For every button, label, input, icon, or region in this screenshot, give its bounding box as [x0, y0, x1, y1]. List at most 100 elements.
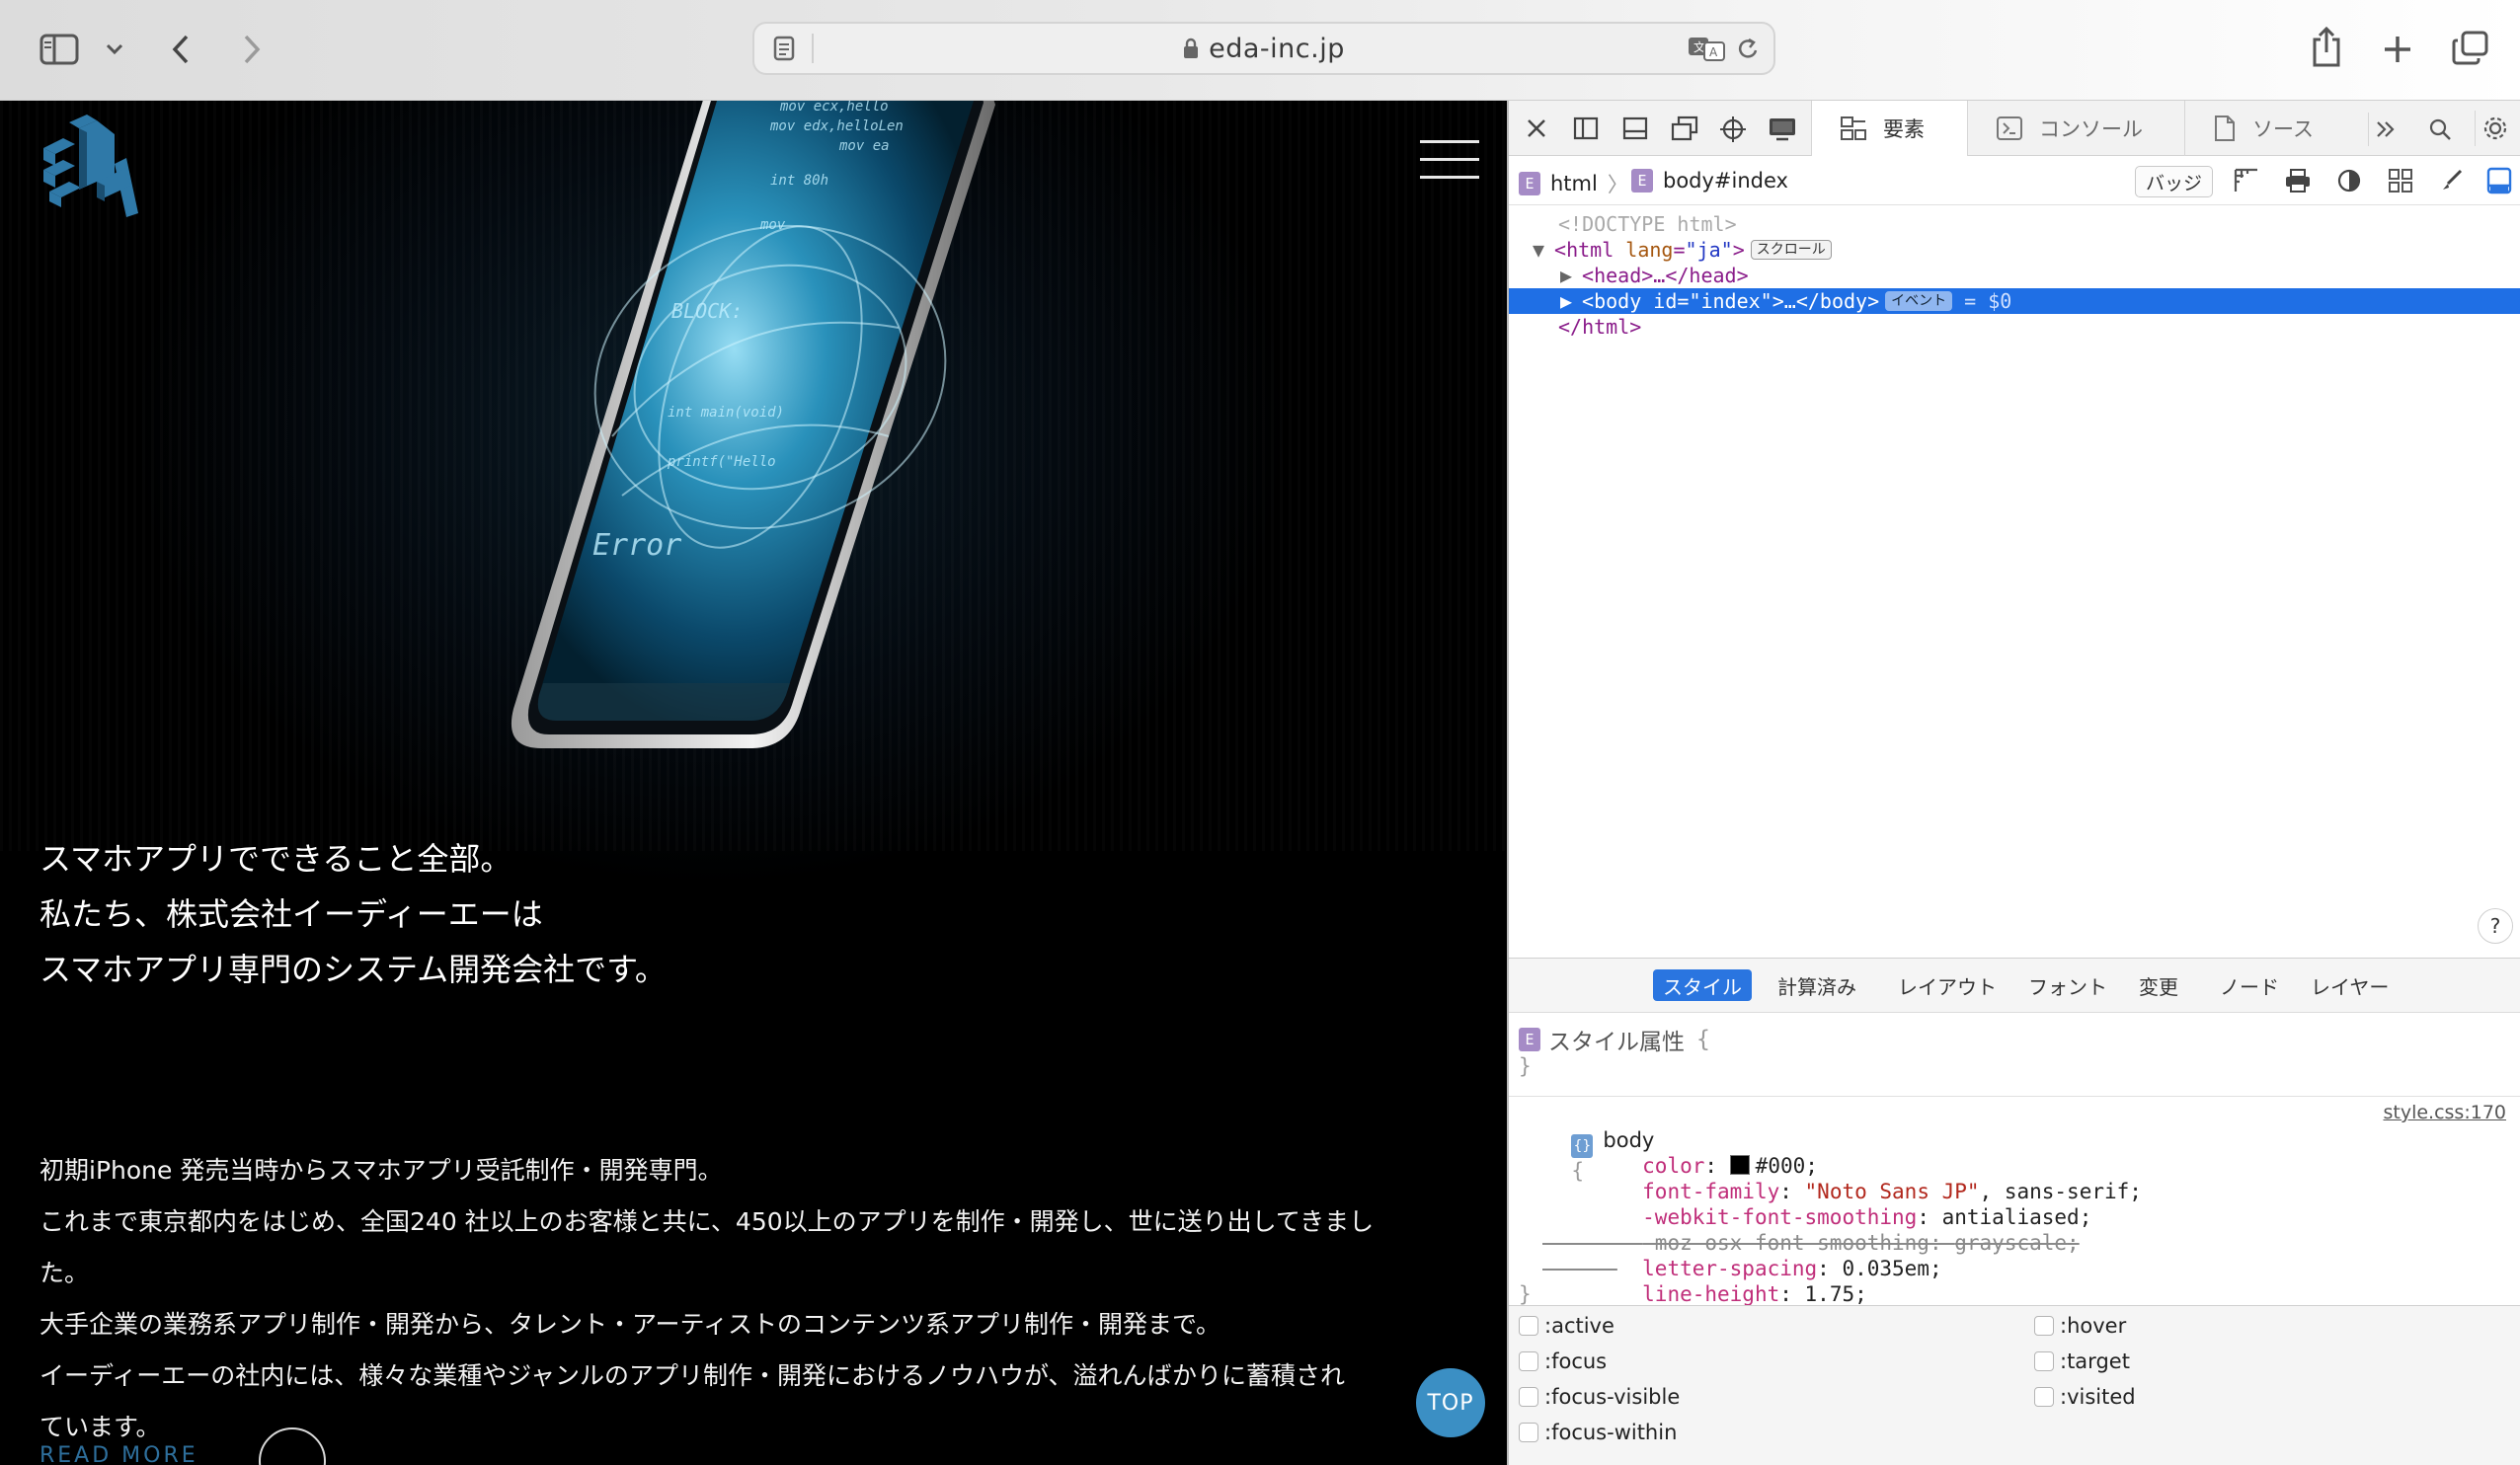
tab-sources-label: ソース [2252, 117, 2314, 141]
new-tab-icon[interactable] [2378, 30, 2417, 69]
checkbox[interactable] [1519, 1387, 1538, 1407]
checkbox[interactable] [2034, 1316, 2054, 1336]
tab-elements[interactable]: 要素 [1811, 101, 1967, 156]
back-to-top-button[interactable]: TOP [1416, 1368, 1485, 1437]
pseudo-target-toggle[interactable]: :target [2034, 1349, 2130, 1373]
menu-bar-3 [1420, 176, 1479, 179]
inspector-tab-bar: 要素 コンソール ソース [1509, 101, 2520, 156]
sidebar-panel-icon[interactable] [2482, 164, 2516, 197]
pseudo-hover-toggle[interactable]: :hover [2034, 1314, 2126, 1338]
tab-sources[interactable]: ソース [2184, 101, 2362, 156]
declaration-color[interactable]: color: #000; [1519, 1127, 2512, 1178]
url-display[interactable]: eda-inc.jp [754, 24, 1773, 73]
dock-left-icon[interactable] [1570, 113, 1602, 144]
tab-node[interactable]: ノード [2210, 969, 2289, 1001]
share-icon[interactable] [2307, 24, 2346, 69]
pseudo-focus-toggle[interactable]: :focus [1519, 1349, 1607, 1373]
element-badge-icon: E [1519, 1028, 1540, 1051]
checkbox[interactable] [1519, 1423, 1538, 1442]
sidebar-toggle-icon[interactable] [38, 30, 81, 69]
checkbox[interactable] [1519, 1351, 1538, 1371]
event-badge[interactable]: イベント [1885, 291, 1953, 311]
menu-icon[interactable] [1420, 140, 1479, 180]
dom-node-head[interactable]: ▶ <head>…</head> [1509, 263, 2520, 288]
tab-changes[interactable]: 変更 [2129, 969, 2188, 1001]
badges-button[interactable]: バッジ [2135, 166, 2214, 197]
back-icon[interactable] [166, 30, 196, 69]
detach-window-icon[interactable] [1669, 113, 1700, 144]
dock-bottom-icon[interactable] [1619, 113, 1651, 144]
headline-line-3: スマホアプリ専門のシステム開発会社です。 [39, 951, 667, 988]
website-viewport[interactable]: mov ecx,hello mov edx,helloLen mov ea in… [0, 101, 1507, 1465]
tab-console-label: コンソール [2039, 117, 2143, 141]
brush-icon[interactable] [2435, 166, 2469, 195]
property-value: 1.75 [1804, 1282, 1855, 1306]
color-swatch-icon[interactable] [1729, 1155, 1750, 1175]
read-more-link[interactable]: READ MORE [39, 1443, 198, 1465]
checkbox[interactable] [2034, 1387, 2054, 1407]
appearance-icon[interactable] [2332, 166, 2366, 195]
translate-icon[interactable]: 文A [1687, 34, 1726, 63]
help-button[interactable]: ? [2478, 908, 2513, 944]
tab-layout[interactable]: レイアウト [1888, 969, 2007, 1001]
chevron-down-icon[interactable] [103, 36, 126, 63]
dom-node-body[interactable]: ▶ <body id = "index" >…</body> イベント = $0 [1509, 288, 2520, 314]
css-rule-body[interactable]: style.css:170 {} body { color: #000; font… [1519, 1102, 2512, 1307]
breadcrumb-body[interactable]: E body#index [1631, 169, 1788, 193]
pseudo-label: :focus [1544, 1349, 1608, 1373]
checkbox[interactable] [1519, 1316, 1538, 1336]
print-styles-icon[interactable] [2281, 166, 2315, 195]
pseudo-focus-within-toggle[interactable]: :focus-within [1519, 1421, 1677, 1444]
html-close-tag: </html> [1558, 315, 1642, 339]
details-sidebar-tabs: スタイル 計算済み レイアウト フォント 変更 ノード レイヤー [1509, 958, 2520, 1013]
tab-overview-icon[interactable] [2449, 28, 2492, 69]
address-bar[interactable]: eda-inc.jp 文A [752, 22, 1775, 75]
site-logo[interactable] [36, 109, 144, 217]
dom-node-html-close[interactable]: </html> [1509, 314, 2520, 340]
pseudo-class-toggles: :active :focus :focus-visible :focus-wit… [1509, 1305, 2520, 1465]
gear-icon[interactable] [2475, 111, 2515, 146]
disclosure-closed-icon[interactable]: ▶ [1560, 264, 1572, 287]
stylesheet-link[interactable]: style.css:170 [2383, 1102, 2506, 1123]
element-picker-icon[interactable] [1716, 113, 1750, 146]
disclosure-open-icon[interactable]: ▼ [1533, 238, 1544, 262]
phone-code-text-3: mov ea [838, 138, 890, 154]
pseudo-label: :hover [2060, 1314, 2127, 1338]
tab-computed[interactable]: 計算済み [1768, 969, 1866, 1001]
search-icon[interactable] [2423, 113, 2457, 146]
smartphone-image: mov ecx,hello mov edx,helloLen mov ea in… [474, 101, 1027, 792]
property-value: #000 [1755, 1154, 1806, 1178]
forward-icon[interactable] [237, 30, 267, 69]
dom-node-html[interactable]: ▼ <html lang = "ja" > スクロール [1509, 237, 2520, 263]
phone-code-text-1: mov ecx,hello [779, 101, 889, 115]
dom-node-doctype[interactable]: <!DOCTYPE html> [1509, 211, 2520, 237]
breadcrumb-html[interactable]: E html 〉 [1519, 169, 1628, 198]
element-badge-icon: E [1519, 172, 1540, 195]
more-tabs-icon[interactable] [2368, 113, 2402, 146]
head-tag: <head>…</head> [1582, 264, 1749, 287]
url-text: eda-inc.jp [1209, 33, 1345, 64]
property-name: color [1642, 1154, 1705, 1178]
disclosure-closed-icon[interactable]: ▶ [1560, 289, 1572, 313]
pseudo-active-toggle[interactable]: :active [1519, 1314, 1614, 1338]
pseudo-label: :focus-visible [1544, 1385, 1681, 1409]
tab-console[interactable]: コンソール [1967, 101, 2184, 156]
tab-layers[interactable]: レイヤー [2301, 969, 2399, 1001]
device-settings-icon[interactable] [1766, 113, 1799, 146]
headline-line-1: スマホアプリでできること全部。 [39, 840, 512, 878]
paragraph-line-5: イーディーエーの社内には、様々な業種やジャンルのアプリ制作・開発におけるノウハウ… [39, 1361, 1346, 1390]
tab-styles[interactable]: スタイル [1653, 969, 1752, 1001]
web-inspector: 要素 コンソール ソース E html 〉 E body#index バッジ <… [1507, 101, 2520, 1465]
style-attribute-rule[interactable]: E スタイル属性 { [1519, 1023, 1710, 1056]
close-icon[interactable] [1521, 113, 1552, 144]
grid-overlay-icon[interactable] [2230, 166, 2263, 195]
layout-grid-icon[interactable] [2384, 166, 2417, 195]
breadcrumb-html-label: html [1550, 172, 1598, 195]
checkbox[interactable] [2034, 1351, 2054, 1371]
reload-icon[interactable] [1732, 34, 1764, 65]
tab-font[interactable]: フォント [2018, 969, 2117, 1001]
scroll-badge[interactable]: スクロール [1750, 240, 1832, 260]
pseudo-visited-toggle[interactable]: :visited [2034, 1385, 2136, 1409]
pseudo-focus-visible-toggle[interactable]: :focus-visible [1519, 1385, 1680, 1409]
html-attr-value: "ja" [1685, 238, 1733, 262]
